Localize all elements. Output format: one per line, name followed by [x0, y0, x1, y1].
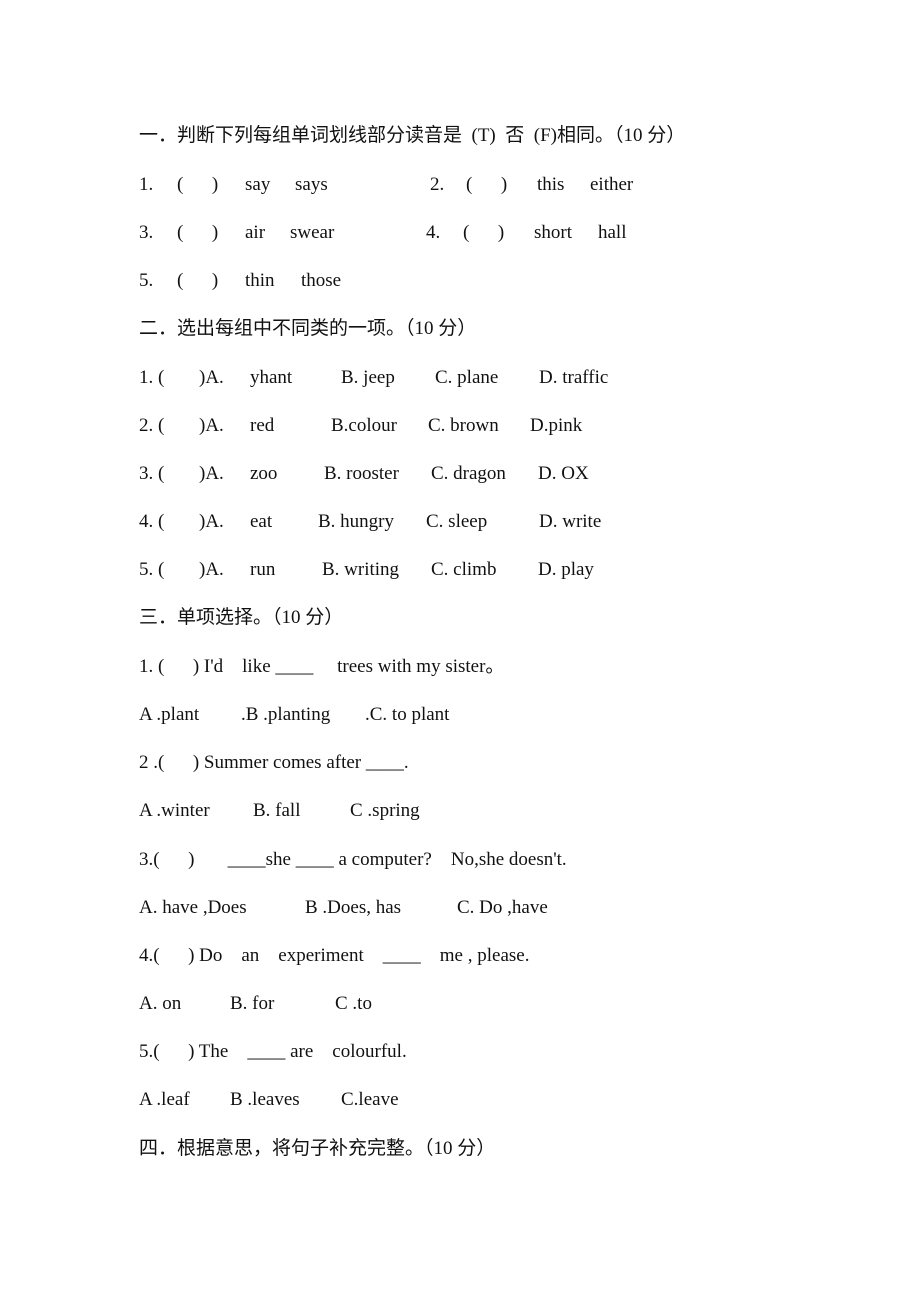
- option-c: C .spring: [350, 800, 420, 821]
- option-a: yhant: [250, 367, 293, 388]
- item-number: 2.: [430, 174, 445, 195]
- answer-blank[interactable]: ( ): [466, 173, 507, 197]
- option-b: B. for: [230, 993, 275, 1014]
- answer-blank[interactable]: )A.: [199, 366, 224, 390]
- option-b: B. jeep: [341, 367, 395, 388]
- question-5-options: A .leaf B .leaves C.leave: [139, 1088, 739, 1184]
- item-number: 4. (: [139, 511, 165, 532]
- word: say: [245, 174, 271, 195]
- item-number: 2. (: [139, 415, 165, 436]
- section-1-heading: 一．判断下列每组单词划线部分读音是 (T) 否 (F)相同。（10 分）: [139, 125, 686, 146]
- option-b: B. writing: [322, 559, 400, 580]
- question-2: 2 .( ) Summer comes after ____.: [139, 752, 409, 773]
- item-number: 5. (: [139, 559, 165, 580]
- question-3: 3.( ) ____she ____ a computer? No,she do…: [139, 849, 567, 870]
- answer-blank[interactable]: )A.: [199, 414, 224, 438]
- section-3-heading: 三．单项选择。（10 分）: [139, 607, 344, 628]
- option-c: C. dragon: [431, 463, 506, 484]
- option-a: eat: [250, 511, 273, 532]
- option-b: .B .planting: [241, 704, 331, 725]
- option-b: B. hungry: [318, 511, 394, 532]
- option-c: C .to: [335, 993, 372, 1014]
- option-c: C.leave: [341, 1089, 399, 1110]
- section-2-row-5: 5. ( )A. run B. writing C. climb D. play: [139, 558, 779, 726]
- answer-blank[interactable]: )A.: [199, 558, 224, 582]
- word: says: [295, 174, 328, 195]
- option-c: C. sleep: [426, 511, 488, 532]
- section-4-heading: 四．根据意思，将句子补充完整。（10 分）: [139, 1138, 496, 1159]
- option-c: C. Do ,have: [457, 897, 548, 918]
- option-d: D.pink: [530, 415, 583, 436]
- item-number: 4.: [426, 222, 441, 243]
- option-c: C. plane: [435, 367, 499, 388]
- option-d: D. write: [539, 511, 602, 532]
- word: either: [590, 174, 634, 195]
- item-number: 3.: [139, 222, 154, 243]
- item-number: 5.: [139, 270, 154, 291]
- word: air: [245, 222, 266, 243]
- option-b: B.colour: [331, 415, 397, 436]
- option-c: C. brown: [428, 415, 499, 436]
- option-a: red: [250, 415, 275, 436]
- word: this: [537, 174, 565, 195]
- option-b: B .Does, has: [305, 897, 402, 918]
- question-2-options: A .winter B. fall C .spring: [139, 799, 739, 895]
- question-1: 1. ( ) I'd like ____ trees with my siste…: [139, 656, 505, 677]
- option-d: D. play: [538, 559, 594, 580]
- option-b: B. fall: [253, 800, 301, 821]
- item-number: 1.: [139, 174, 154, 195]
- option-a: A .winter: [139, 800, 210, 821]
- item-number: 3. (: [139, 463, 165, 484]
- option-a: A .leaf: [139, 1089, 190, 1110]
- section-2-heading: 二．选出每组中不同类的一项。（10 分）: [139, 318, 477, 339]
- option-c: .C. to plant: [365, 704, 450, 725]
- word: hall: [598, 222, 627, 243]
- word: swear: [290, 222, 335, 243]
- option-d: D. traffic: [539, 367, 609, 388]
- option-a: run: [250, 559, 276, 580]
- word: thin: [245, 270, 275, 291]
- option-a: A .plant: [139, 704, 200, 725]
- answer-blank[interactable]: ( ): [177, 173, 218, 197]
- answer-blank[interactable]: ( ): [177, 269, 218, 293]
- option-c: C. climb: [431, 559, 497, 580]
- item-number: 1. (: [139, 367, 165, 388]
- word: those: [301, 270, 342, 291]
- option-b: B. rooster: [324, 463, 399, 484]
- answer-blank[interactable]: )A.: [199, 510, 224, 534]
- option-a: zoo: [250, 463, 278, 484]
- answer-blank[interactable]: ( ): [177, 221, 218, 245]
- option-a: A. on: [139, 993, 182, 1014]
- answer-blank[interactable]: ( ): [463, 221, 504, 245]
- option-d: D. OX: [538, 463, 589, 484]
- question-4: 4.( ) Do an experiment ____ me , please.: [139, 945, 530, 966]
- answer-blank[interactable]: )A.: [199, 462, 224, 486]
- word: short: [534, 222, 572, 243]
- question-5: 5.( ) The ____ are colourful.: [139, 1041, 407, 1062]
- option-b: B .leaves: [230, 1089, 300, 1110]
- option-a: A. have ,Does: [139, 897, 247, 918]
